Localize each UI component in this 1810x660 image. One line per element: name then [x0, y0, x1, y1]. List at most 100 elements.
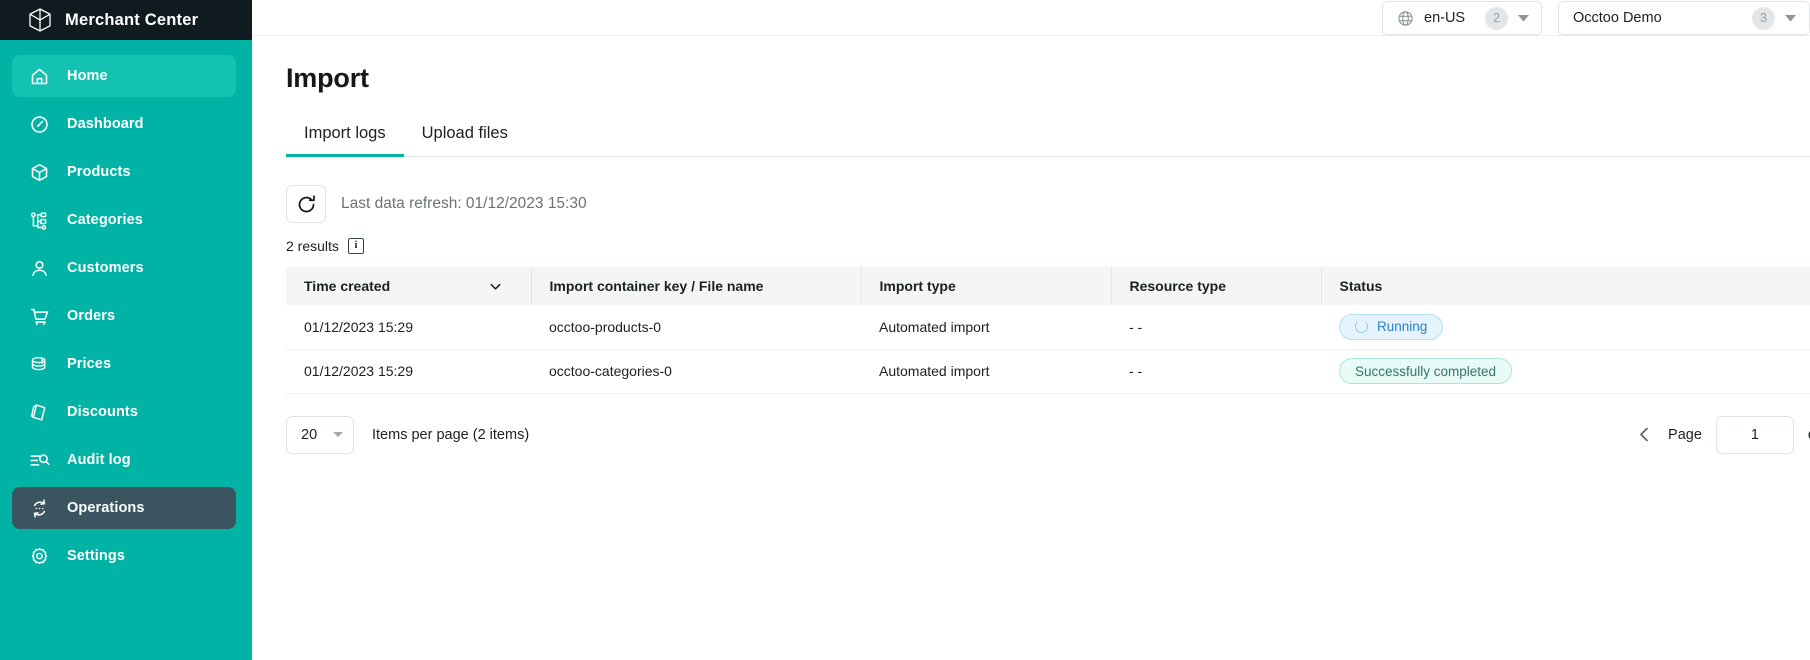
- column-header-status: Status: [1321, 267, 1810, 305]
- sidebar-item-discounts[interactable]: Discounts: [12, 391, 236, 433]
- cell-import-type: Automated import: [879, 318, 990, 335]
- list-search-icon: [29, 450, 50, 471]
- topbar: en-US 2 Occtoo Demo 3: [252, 0, 1810, 36]
- sidebar-item-label: Operations: [67, 500, 145, 516]
- items-per-page-value: 20: [301, 426, 318, 443]
- import-logs-table-wrapper: Time created Import container key / File…: [286, 267, 1810, 394]
- page-number-input[interactable]: [1715, 415, 1794, 454]
- sidebar-item-audit-log[interactable]: Audit log: [12, 439, 236, 481]
- home-icon: [29, 66, 50, 87]
- cell-resource-type: - -: [1129, 363, 1143, 379]
- chevron-down-icon[interactable]: [488, 279, 503, 294]
- coins-icon: [29, 354, 50, 375]
- sidebar-item-customers[interactable]: Customers: [12, 247, 236, 289]
- sidebar-item-label: Customers: [67, 260, 144, 276]
- sidebar: Merchant Center Home Dashboard Products …: [0, 0, 252, 660]
- sidebar-nav: Home Dashboard Products Categories Custo…: [0, 40, 252, 583]
- sidebar-item-products[interactable]: Products: [12, 151, 236, 193]
- sidebar-item-label: Products: [67, 164, 131, 180]
- column-label: Import container key / File name: [549, 278, 764, 294]
- cell-import-type: Automated import: [879, 363, 990, 379]
- sidebar-item-operations[interactable]: Operations: [12, 487, 236, 529]
- main-area: en-US 2 Occtoo Demo 3 Import Import logs…: [252, 0, 1810, 660]
- chevron-down-icon[interactable]: [1785, 15, 1796, 21]
- gauge-icon: [29, 114, 50, 135]
- sidebar-item-label: Orders: [67, 308, 116, 324]
- sidebar-item-dashboard[interactable]: Dashboard: [12, 103, 236, 145]
- cube-icon: [29, 162, 50, 183]
- tab-upload-files[interactable]: Upload files: [404, 124, 526, 156]
- gear-icon: [29, 546, 50, 567]
- sync-arrows-icon: [29, 498, 50, 519]
- column-label: Status: [1339, 278, 1383, 294]
- sidebar-item-home[interactable]: Home: [12, 55, 236, 97]
- page-label: Page: [1668, 426, 1702, 443]
- sidebar-item-label: Dashboard: [67, 116, 144, 132]
- sidebar-item-settings[interactable]: Settings: [12, 535, 236, 577]
- items-per-page-select[interactable]: 20: [286, 415, 354, 454]
- status-badge: Successfully completed: [1339, 358, 1513, 384]
- project-count-badge: 3: [1752, 6, 1775, 30]
- refresh-button[interactable]: [286, 185, 326, 223]
- cart-icon: [29, 306, 50, 327]
- pagination-bar: 20 Items per page (2 items) Page o: [286, 415, 1810, 454]
- results-count: 2 results: [286, 238, 339, 254]
- refresh-row: Last data refresh: 01/12/2023 15:30: [286, 185, 1810, 223]
- cell-resource-type: - -: [1129, 318, 1143, 335]
- table-header-row: Time created Import container key / File…: [286, 267, 1810, 305]
- sidebar-item-label: Categories: [67, 212, 143, 228]
- tag-icon: [29, 402, 50, 423]
- locale-selector[interactable]: en-US 2: [1382, 1, 1542, 35]
- sidebar-item-label: Home: [67, 68, 108, 84]
- refresh-icon: [296, 194, 317, 215]
- info-icon[interactable]: i: [347, 238, 364, 254]
- table-row[interactable]: 01/12/2023 15:29 occtoo-products-0 Autom…: [286, 305, 1810, 349]
- page-content: Import Import logs Upload files Last dat…: [252, 63, 1810, 454]
- cell-container-key: occtoo-categories-0: [549, 363, 672, 379]
- column-header-container-key: Import container key / File name: [531, 267, 862, 305]
- sidebar-item-prices[interactable]: Prices: [12, 343, 236, 385]
- cube-outline-icon: [27, 7, 53, 33]
- cell-time-created: 01/12/2023 15:29: [304, 318, 413, 335]
- page-navigation: Page o: [1635, 415, 1810, 454]
- last-refresh-text: Last data refresh: 01/12/2023 15:30: [341, 195, 587, 212]
- cell-status: Running: [1321, 305, 1810, 349]
- tree-nodes-icon: [29, 210, 50, 231]
- column-label: Resource type: [1129, 278, 1226, 294]
- status-badge: Running: [1339, 313, 1444, 340]
- status-badge-label: Running: [1377, 319, 1428, 335]
- chevron-left-icon[interactable]: [1635, 425, 1654, 444]
- cell-status: Successfully completed: [1321, 349, 1810, 393]
- locale-count-badge: 2: [1485, 6, 1509, 30]
- column-header-import-type: Import type: [861, 267, 1112, 305]
- column-label: Import type: [879, 278, 956, 294]
- sidebar-item-label: Settings: [67, 548, 125, 564]
- sidebar-item-categories[interactable]: Categories: [12, 199, 236, 241]
- sidebar-item-orders[interactable]: Orders: [12, 295, 236, 337]
- page-title: Import: [286, 63, 369, 93]
- column-label: Time created: [304, 278, 391, 294]
- project-label: Occtoo Demo: [1573, 10, 1662, 26]
- app-root: Merchant Center Home Dashboard Products …: [0, 0, 1810, 660]
- chevron-down-icon[interactable]: [1518, 15, 1530, 21]
- results-row: 2 results i: [286, 238, 1810, 254]
- spinner-icon: [1355, 320, 1368, 334]
- sidebar-item-label: Audit log: [67, 452, 131, 468]
- table-row[interactable]: 01/12/2023 15:29 occtoo-categories-0 Aut…: [286, 349, 1810, 393]
- sidebar-item-label: Discounts: [67, 404, 138, 420]
- table-header: Time created Import container key / File…: [286, 267, 1810, 305]
- sidebar-item-label: Prices: [67, 356, 112, 372]
- column-header-time-created[interactable]: Time created: [286, 267, 532, 305]
- tab-bar: Import logs Upload files: [286, 124, 1810, 157]
- column-header-resource-type: Resource type: [1111, 267, 1322, 305]
- import-logs-table: Time created Import container key / File…: [286, 267, 1810, 394]
- user-icon: [29, 258, 50, 279]
- tab-import-logs[interactable]: Import logs: [286, 124, 404, 157]
- locale-label: en-US: [1424, 10, 1466, 26]
- brand-title: Merchant Center: [65, 10, 199, 29]
- globe-icon: [1397, 10, 1414, 27]
- project-selector[interactable]: Occtoo Demo 3: [1558, 1, 1810, 35]
- status-badge-label: Successfully completed: [1355, 363, 1497, 379]
- items-per-page-label: Items per page (2 items): [372, 426, 530, 443]
- brand-header: Merchant Center: [0, 0, 252, 40]
